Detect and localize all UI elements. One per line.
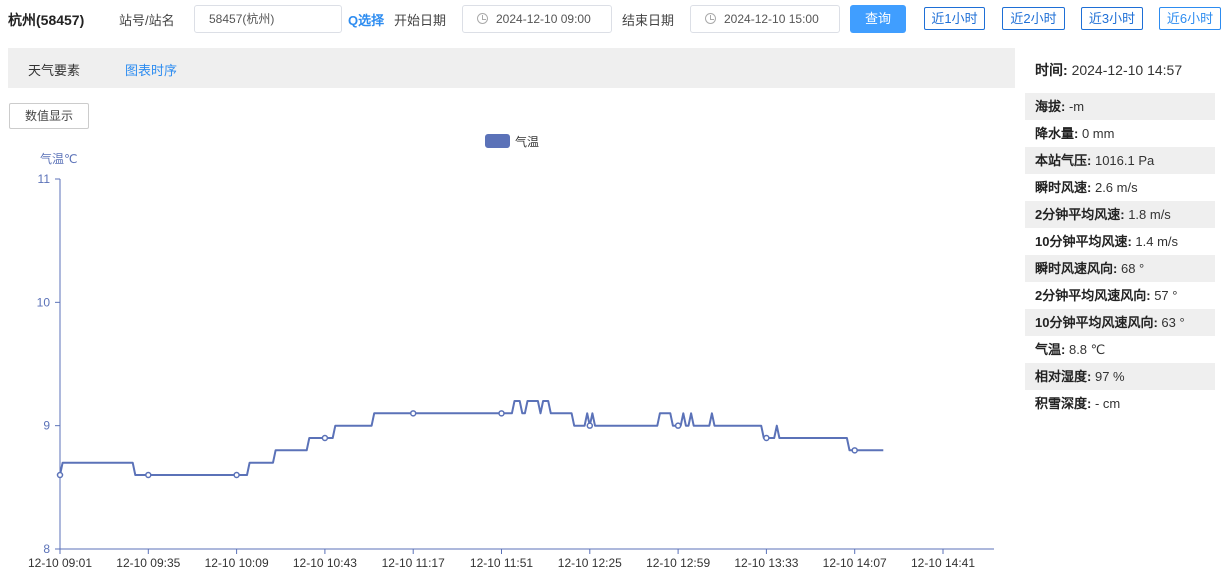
tab-chart-timeseries[interactable]: 图表时序 (125, 60, 177, 79)
panel-row: 2分钟平均风速: 1.8 m/s (1025, 201, 1215, 228)
tab-weather-elements[interactable]: 天气要素 (28, 60, 80, 79)
panel-key: 气温: (1035, 342, 1066, 357)
y-tick-label: 9 (43, 419, 50, 433)
chart-legend[interactable]: 气温 (485, 133, 539, 150)
start-date-label: 开始日期 (394, 13, 447, 28)
temperature-point (498, 410, 505, 417)
last-1h-button[interactable]: 近1小时 (924, 7, 985, 30)
x-tick-label: 12-10 09:35 (116, 556, 180, 570)
last-3h-button[interactable]: 近3小时 (1081, 7, 1143, 30)
clock-icon (477, 13, 488, 24)
last-2h-button[interactable]: 近2小时 (1002, 7, 1065, 30)
panel-row: 积雪深度: - cm (1025, 390, 1215, 417)
x-tick-label: 12-10 14:41 (911, 556, 975, 570)
station-label: 站号/站名 (119, 13, 175, 28)
panel-row: 本站气压: 1016.1 Pa (1025, 147, 1215, 174)
panel-row: 瞬时风速风向: 68 ° (1025, 255, 1215, 282)
panel-row: 相对湿度: 97 % (1025, 363, 1215, 390)
legend-swatch (485, 134, 510, 148)
panel-row: 瞬时风速: 2.6 m/s (1025, 174, 1215, 201)
clock-icon (705, 13, 716, 24)
x-tick-label: 12-10 10:43 (293, 556, 357, 570)
end-date-value: 2024-12-10 15:00 (724, 12, 819, 26)
panel-key: 海拔: (1035, 99, 1066, 114)
panel-row: 2分钟平均风速风向: 57 ° (1025, 282, 1215, 309)
temperature-chart: 8 9 10 11 12-10 09:01 12-10 09:35 12-10 10:09 1… (28, 172, 994, 570)
panel-key: 时间: (1035, 62, 1068, 78)
panel-value: 2024-12-10 14:57 (1071, 62, 1183, 78)
y-tick-label: 10 (37, 295, 51, 309)
panel-value: 0 mm (1081, 126, 1115, 141)
panel-value: 63 ° (1161, 315, 1185, 330)
x-tick-label: 12-10 14:07 (823, 556, 887, 570)
x-tick-label: 12-10 12:59 (646, 556, 710, 570)
temperature-point (763, 434, 770, 442)
temperature-point (674, 422, 682, 429)
panel-key: 瞬时风速风向: (1035, 261, 1118, 276)
x-tick-label: 12-10 10:09 (205, 556, 269, 570)
panel-row: 气温: 8.8 ℃ (1025, 336, 1215, 363)
panel-key: 瞬时风速: (1035, 180, 1092, 195)
temperature-point (851, 447, 858, 454)
temperature-point (321, 434, 329, 442)
temperature-point (56, 471, 64, 479)
x-tick-label: 12-10 11:17 (382, 556, 445, 570)
query-button[interactable]: 查询 (850, 5, 906, 33)
panel-value: 1016.1 Pa (1094, 153, 1155, 168)
panel-value: 8.8 ℃ (1068, 342, 1106, 357)
temperature-point (233, 471, 240, 479)
x-tick-label: 12-10 13:33 (734, 556, 798, 570)
start-date-value: 2024-12-10 09:00 (496, 12, 591, 26)
panel-key: 2分钟平均风速: (1035, 207, 1125, 222)
y-tick-label: 11 (38, 172, 51, 186)
panel-row: 海拔: -m (1025, 93, 1215, 120)
temperature-line (59, 400, 884, 476)
station-title: 杭州(58457) (8, 12, 85, 28)
last-6h-button[interactable]: 近6小时 (1159, 7, 1221, 30)
panel-key: 降水量: (1035, 126, 1079, 141)
end-date-input[interactable]: 2024-12-10 15:00 (690, 5, 840, 33)
legend-label: 气温 (515, 135, 540, 149)
x-tick-label: 12-10 12:25 (558, 556, 622, 570)
panel-row-time: 时间: 2024-12-10 14:57 (1025, 48, 1215, 93)
select-station-link[interactable]: Q选择 (348, 10, 384, 29)
panel-value: 2.6 m/s (1094, 180, 1138, 195)
panel-row: 降水量: 0 mm (1025, 120, 1215, 147)
panel-row: 10分钟平均风速风向: 63 ° (1025, 309, 1215, 336)
panel-value: 1.4 m/s (1135, 234, 1179, 249)
temperature-point (409, 410, 417, 417)
panel-value: 1.8 m/s (1128, 207, 1171, 222)
details-panel: 时间: 2024-12-10 14:57 海拔: -m 降水量: 0 mm 本站气压… (1025, 48, 1215, 417)
panel-value: -m (1068, 99, 1085, 114)
value-display-button[interactable]: 数值显示 (9, 103, 89, 129)
panel-value: 68 ° (1120, 261, 1145, 276)
tab-bar: 天气要素 图表时序 (8, 48, 1015, 88)
y-tick-label: 8 (43, 542, 50, 556)
x-tick-label: 12-10 09:01 (28, 556, 92, 570)
start-date-input[interactable]: 2024-12-10 09:00 (462, 5, 612, 33)
temperature-point (586, 422, 594, 429)
panel-key: 10分钟平均风速: (1035, 234, 1132, 249)
panel-key: 2分钟平均风速风向: (1035, 288, 1151, 303)
station-input[interactable]: 58457(杭州) (194, 5, 342, 33)
panel-key: 10分钟平均风速风向: (1035, 315, 1158, 330)
end-date-label: 结束日期 (622, 13, 675, 28)
panel-key: 相对湿度: (1035, 369, 1092, 384)
temperature-point (145, 471, 152, 479)
panel-key: 本站气压: (1035, 153, 1092, 168)
panel-value: 57 ° (1154, 288, 1178, 303)
panel-key: 积雪深度: (1035, 396, 1092, 411)
x-tick-label: 12-10 11:51 (470, 556, 533, 570)
panel-value: - cm (1094, 396, 1121, 411)
toolbar: 杭州(58457) 站号/站名 58457(杭州) Q选择 开始日期 2024-… (0, 0, 1227, 38)
panel-value: 97 % (1094, 369, 1125, 384)
panel-row: 10分钟平均风速: 1.4 m/s (1025, 228, 1215, 255)
